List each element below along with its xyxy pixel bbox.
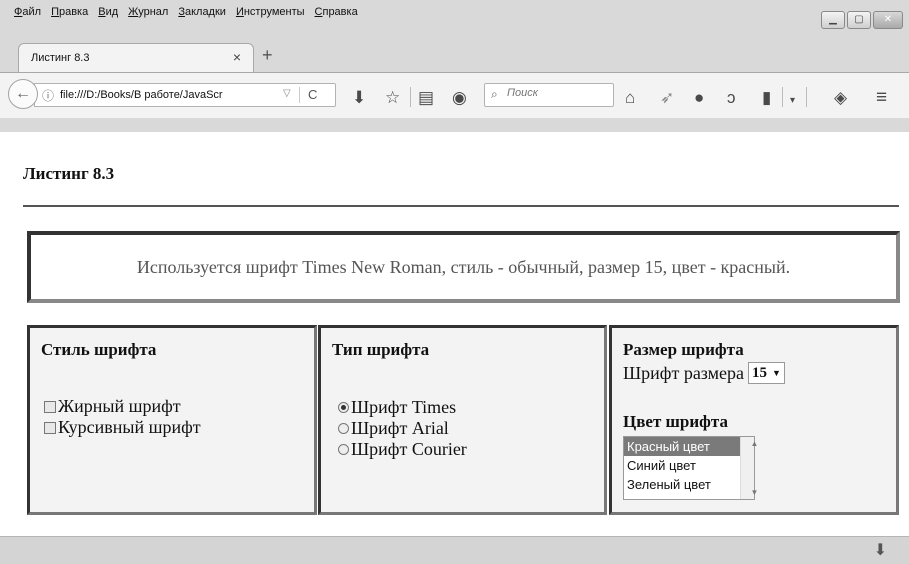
arial-radio[interactable] [338, 423, 349, 434]
menu-history[interactable]: Журнал [128, 6, 168, 18]
size-row: Шрифт размера 15 ▼ [623, 362, 785, 384]
scroll-down-icon[interactable]: ▼ [748, 488, 762, 497]
close-window-button[interactable]: ✕ [873, 11, 903, 29]
color-option-red[interactable]: Красный цвет [624, 437, 740, 456]
italic-checkbox[interactable] [44, 421, 56, 434]
tab-close-icon[interactable]: × [233, 49, 241, 65]
search-icon: ⌕ [491, 87, 498, 101]
maximize-button[interactable]: ▢ [847, 11, 871, 29]
font-size-heading: Размер шрифта [623, 340, 744, 359]
font-type-heading: Тип шрифта [332, 340, 430, 359]
toolbar-separator [806, 87, 807, 107]
size-label: Шрифт размера [623, 362, 745, 383]
send-icon[interactable]: ➶ [660, 89, 674, 107]
courier-radio[interactable] [338, 444, 349, 455]
chat-icon[interactable]: ● [694, 89, 704, 107]
scroll-up-icon[interactable]: ▲ [748, 439, 762, 448]
times-radio[interactable] [338, 402, 349, 413]
times-option[interactable]: Шрифт Times [338, 397, 456, 418]
times-label: Шрифт Times [351, 397, 457, 417]
home-icon[interactable]: ⌂ [625, 89, 635, 107]
new-tab-button[interactable]: + [262, 45, 273, 66]
pocket-icon[interactable]: ◉ [452, 89, 467, 107]
library-icon[interactable]: ▮ [762, 89, 771, 107]
download-status-icon[interactable]: ⬇ [874, 540, 887, 560]
arial-label: Шрифт Arial [351, 418, 449, 438]
size-value: 15 [752, 365, 768, 381]
addon-icon[interactable]: ◈ [834, 89, 847, 107]
url-dropdown-icon[interactable]: ▽ [283, 88, 291, 99]
toolbar-separator [782, 87, 783, 107]
listbox-scrollbar[interactable]: ▲ ▼ [740, 437, 758, 499]
color-option-blue[interactable]: Синий цвет [624, 456, 740, 475]
arial-option[interactable]: Шрифт Arial [338, 418, 449, 439]
bold-checkbox[interactable] [44, 400, 56, 413]
toolbar-separator [410, 87, 411, 107]
url-bar[interactable]: ⓘ file:///D:/Books/В работе/JavaScr ▽ C [34, 83, 336, 107]
back-button[interactable]: ← [8, 79, 38, 109]
italic-option[interactable]: Курсивный шрифт [44, 417, 201, 438]
status-bar: ⬇ [0, 536, 909, 564]
italic-label: Курсивный шрифт [58, 417, 201, 437]
bookmark-star-icon[interactable]: ☆ [385, 89, 400, 107]
color-option-green[interactable]: Зеленый цвет [624, 475, 740, 494]
window-controls: ▁ ▢ ✕ [821, 11, 903, 29]
page-title: Листинг 8.3 [23, 164, 115, 183]
url-separator [299, 87, 300, 103]
menu-help[interactable]: Справка [315, 6, 358, 18]
back-arrow-icon: ← [15, 85, 31, 102]
page-content: Листинг 8.3 Используется шрифт Times New… [0, 132, 909, 536]
reading-list-icon[interactable]: ▤ [418, 89, 434, 107]
info-icon[interactable]: ⓘ [42, 87, 54, 104]
bold-label: Жирный шрифт [58, 396, 181, 416]
navigation-toolbar: ⓘ file:///D:/Books/В работе/JavaScr ▽ C … [0, 72, 909, 118]
menu-view[interactable]: Вид [98, 6, 118, 18]
browser-chrome: Файл Правка Вид Журнал Закладки Инструме… [0, 0, 909, 132]
color-listbox[interactable]: Красный цвет Синий цвет Зеленый цвет ▲ ▼ [623, 436, 758, 500]
menu-file[interactable]: Файл [14, 6, 41, 18]
bold-option[interactable]: Жирный шрифт [44, 396, 181, 417]
menu-dropdown-icon[interactable]: ▾ [790, 92, 795, 110]
size-select[interactable]: 15 ▼ [748, 362, 785, 384]
search-input[interactable] [507, 87, 607, 99]
font-size-color-panel: Размер шрифта Шрифт размера 15 ▼ Цвет шр… [609, 325, 899, 515]
courier-option[interactable]: Шрифт Courier [338, 439, 467, 460]
info-box: Используется шрифт Times New Roman, стил… [27, 231, 900, 303]
chevron-down-icon: ▼ [772, 368, 781, 378]
tab-title: Листинг 8.3 [31, 52, 90, 64]
font-style-panel: Стиль шрифта Жирный шрифт Курсивный шриф… [27, 325, 317, 515]
download-icon[interactable]: ⬇ [352, 89, 366, 107]
extension-icon[interactable]: ↄ [727, 89, 736, 107]
menu-edit[interactable]: Правка [51, 6, 88, 18]
info-text: Используется шрифт Times New Roman, стил… [136, 257, 791, 277]
hamburger-menu-icon[interactable]: ≡ [876, 88, 887, 107]
reload-icon[interactable]: C [308, 87, 317, 102]
menu-bookmarks[interactable]: Закладки [178, 6, 226, 18]
font-style-heading: Стиль шрифта [41, 340, 157, 359]
search-box[interactable]: ⌕ [484, 83, 614, 107]
font-color-heading: Цвет шрифта [623, 412, 728, 431]
courier-label: Шрифт Courier [351, 439, 467, 459]
browser-tab[interactable]: Листинг 8.3 × [18, 43, 254, 73]
minimize-button[interactable]: ▁ [821, 11, 845, 29]
font-type-panel: Тип шрифта Шрифт Times Шрифт Arial Шрифт… [318, 325, 607, 515]
horizontal-rule [23, 205, 899, 207]
url-text[interactable]: file:///D:/Books/В работе/JavaScr [60, 89, 282, 101]
menu-bar: Файл Правка Вид Журнал Закладки Инструме… [14, 6, 368, 18]
menu-tools[interactable]: Инструменты [236, 6, 305, 18]
